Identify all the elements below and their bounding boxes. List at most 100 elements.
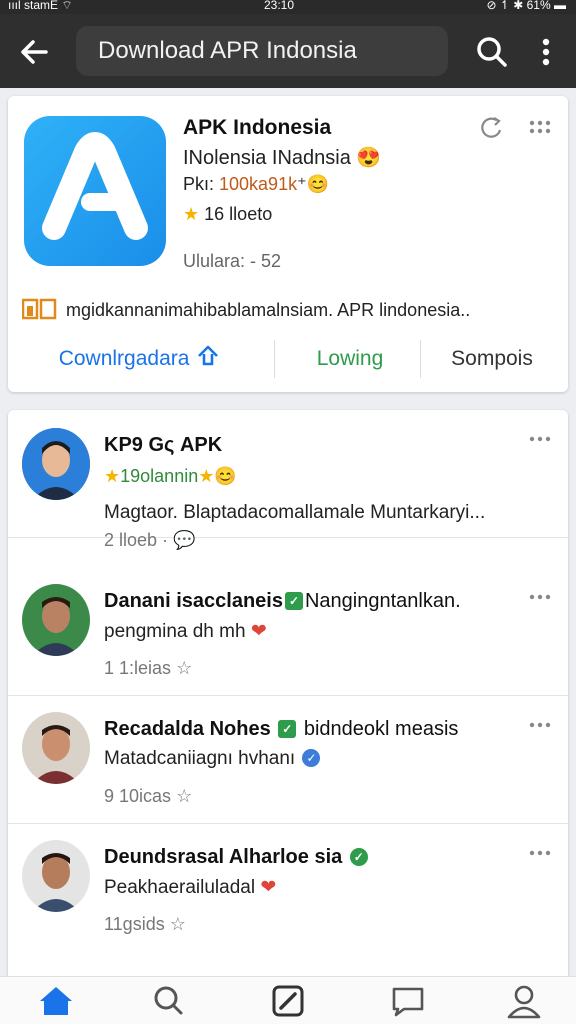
verified-icon: ✓ xyxy=(302,749,321,767)
post-meta: 11gsids ☆ xyxy=(104,914,186,935)
share-button[interactable] xyxy=(478,114,506,142)
app-title: APK Indonesia xyxy=(183,116,332,139)
more-horizontal-icon[interactable] xyxy=(528,434,552,444)
nav-profile[interactable] xyxy=(504,983,544,1019)
post-rating: ★19olannin★😊 xyxy=(104,466,237,487)
search-icon xyxy=(154,986,183,1015)
overflow-menu-button[interactable] xyxy=(530,32,562,72)
nav-messages[interactable] xyxy=(388,983,428,1019)
more-horizontal-icon[interactable] xyxy=(528,592,552,602)
comment-icon[interactable]: 💬 xyxy=(173,530,195,550)
arrow-left-icon xyxy=(21,40,48,64)
app-options-button[interactable] xyxy=(528,118,552,138)
app-bar: Download APR Indonsia xyxy=(0,14,576,88)
meta-text: 1 1:leias xyxy=(104,658,172,678)
post-text: Magtaor. Blaptadacomallamale Muntarkaryi… xyxy=(104,502,486,523)
meta-value: 100ka91k xyxy=(219,174,298,194)
meta-text: 2 lloeb · xyxy=(104,530,169,550)
author-tag: bidndeokl measis xyxy=(303,718,459,740)
star-outline-icon[interactable]: ☆ xyxy=(170,914,186,934)
verified-icon: ✓ xyxy=(284,592,303,610)
person-avatar-icon xyxy=(22,712,90,784)
star-outline-icon[interactable]: ☆ xyxy=(176,786,192,806)
bottom-nav xyxy=(0,976,576,1024)
divider xyxy=(274,340,275,378)
follow-button[interactable]: Lowing xyxy=(278,336,422,392)
text-body: Peakhaerailuladal xyxy=(104,877,256,898)
post-author[interactable]: Recadalda Nohes ✓ bidndeokl measis xyxy=(104,718,458,741)
post-author[interactable]: Danani isacclaneis ✓ Nangingntanlkan. xyxy=(104,590,461,613)
star-outline-icon[interactable]: ☆ xyxy=(176,658,192,678)
feed-post[interactable]: Deundsrasal Alharloe sia ✓ Peakhaerailul… xyxy=(8,824,568,952)
meta-text: 9 10icas xyxy=(104,786,172,806)
signal-carrier: ıııl stamE ⌔ xyxy=(8,0,73,12)
app-meta: Pkı: 100ka91k⁺😊 xyxy=(183,174,329,195)
post-text: Peakhaerailuladal ❤ xyxy=(104,876,276,899)
star-icon: ★ xyxy=(183,204,200,224)
app-card: APK Indonesia INolensia INadnsia 😍 Pkı: … xyxy=(8,96,568,392)
app-description: mgidkannanimahibablamalnsiam. APR lindon… xyxy=(22,298,558,321)
divider xyxy=(420,340,421,378)
rating-text: 16 lloeto xyxy=(204,204,273,224)
more-horizontal-icon[interactable] xyxy=(528,848,552,858)
clock: 23:10 xyxy=(264,0,295,12)
person-avatar-icon xyxy=(22,584,90,656)
post-text: pengmina dh mh ❤ xyxy=(104,620,267,643)
post-meta: 1 1:leias ☆ xyxy=(104,658,192,679)
author-tag: Nangingntanlkan. xyxy=(304,590,461,612)
tag-icon xyxy=(22,298,57,320)
post-author[interactable]: KP9 Gς APK xyxy=(104,434,222,457)
app-icon[interactable] xyxy=(24,116,166,266)
avatar[interactable] xyxy=(22,584,90,656)
grid-dots-icon xyxy=(529,120,551,134)
verified-icon: ✓ xyxy=(278,720,297,738)
back-button[interactable] xyxy=(14,32,54,72)
search-button[interactable] xyxy=(472,32,512,72)
download-button[interactable]: Cownlrgadara xyxy=(26,336,254,392)
feed-post[interactable]: Recadalda Nohes ✓ bidndeokl measis Matad… xyxy=(8,696,568,824)
description-text: mgidkannanimahibablamalnsiam. APR lindon… xyxy=(66,300,471,320)
author-name[interactable]: Recadalda Nohes xyxy=(104,718,271,740)
text-body: Matadcaniiagnı hvhanı xyxy=(104,748,296,769)
feed-post[interactable]: KP9 Gς APK ★19olannin★😊 Magtaor. Blaptad… xyxy=(8,410,568,550)
author-name[interactable]: Deundsrasal Alharloe sia xyxy=(104,846,342,868)
feed-card: KP9 Gς APK ★19olannin★😊 Magtaor. Blaptad… xyxy=(8,410,568,980)
more-vertical-icon xyxy=(542,38,550,66)
verified-icon: ✓ xyxy=(349,848,368,866)
search-icon xyxy=(477,37,507,67)
avatar[interactable] xyxy=(22,712,90,784)
compose-icon xyxy=(272,985,304,1017)
person-avatar-icon xyxy=(22,840,90,912)
meta-suffix: ⁺😊 xyxy=(297,174,330,194)
text-body: pengmina dh mh xyxy=(104,621,246,642)
rating-text: 19olannin xyxy=(120,466,199,486)
post-author[interactable]: Deundsrasal Alharloe sia ✓ xyxy=(104,846,370,869)
nav-compose[interactable] xyxy=(268,983,308,1019)
feed-post[interactable]: Danani isacclaneis ✓ Nangingntanlkan. peng… xyxy=(8,568,568,696)
similar-button[interactable]: Sompois xyxy=(424,336,560,392)
emoji-icon: 😊 xyxy=(214,466,237,486)
post-meta: 2 lloeb · 💬 xyxy=(104,530,195,551)
app-subtitle: INolensia INadnsia 😍 xyxy=(183,147,382,169)
avatar[interactable] xyxy=(22,840,90,912)
status-bar: ıııl stamE ⌔ 23:10 ⊘ ↿ ✱ 61% ▬ xyxy=(0,0,576,14)
star-icon: ★ xyxy=(198,466,215,486)
profile-icon xyxy=(507,985,541,1019)
heart-icon[interactable]: ❤ xyxy=(260,877,276,898)
search-input[interactable]: Download APR Indonsia xyxy=(76,26,448,76)
upload-arrow-icon xyxy=(198,345,219,366)
person-avatar-icon xyxy=(22,428,90,500)
avatar[interactable] xyxy=(22,428,90,500)
nav-search[interactable] xyxy=(148,983,188,1019)
post-text: Matadcaniiagnı hvhanı ✓ xyxy=(104,748,322,770)
author-name[interactable]: Danani isacclaneis xyxy=(104,590,283,612)
heart-icon[interactable]: ❤ xyxy=(251,621,267,642)
more-horizontal-icon[interactable] xyxy=(528,720,552,730)
battery-status: ⊘ ↿ ✱ 61% ▬ xyxy=(486,0,566,12)
share-icon xyxy=(481,117,502,138)
app-rating: ★ 16 lloeto xyxy=(183,204,272,225)
app-size: Ululara: - 52 xyxy=(183,251,282,271)
nav-home[interactable] xyxy=(36,983,76,1019)
home-icon xyxy=(40,987,72,1015)
star-icon: ★ xyxy=(104,466,121,486)
